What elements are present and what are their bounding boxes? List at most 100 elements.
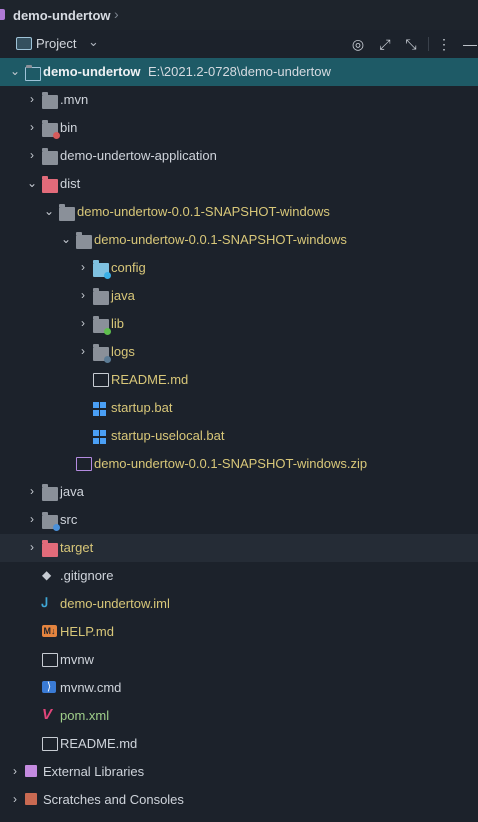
tree-row[interactable]: ⌄ demo-undertow-0.0.1-SNAPSHOT-windows <box>0 198 478 226</box>
tree-row[interactable]: Vpom.xml <box>0 702 478 730</box>
excluded-folder-icon <box>42 120 60 139</box>
tree-item-label: demo-undertow-0.0.1-SNAPSHOT-windows <box>77 204 330 219</box>
tree-item-label: java <box>60 484 84 499</box>
tree-row[interactable]: ⌄ demo-undertow-0.0.1-SNAPSHOT-windows <box>0 226 478 254</box>
red-folder-icon <box>42 176 58 193</box>
tree-item-label: demo-undertow-application <box>60 148 217 163</box>
tree-item-label: bin <box>60 120 78 135</box>
maven-icon: V <box>42 706 53 723</box>
tree-item-label: README.md <box>111 372 189 387</box>
libraries-icon <box>25 765 37 777</box>
tree-item-label: .gitignore <box>60 568 114 583</box>
tree-item-label: External Libraries <box>43 764 145 779</box>
tree-row[interactable]: › .mvn <box>0 86 478 114</box>
module-folder-icon <box>25 65 41 81</box>
tree-row[interactable]: ⌄ demo-undertow E:\2021.2-0728\demo-undert… <box>0 58 478 86</box>
tree-item-label: mvnw.cmd <box>60 680 122 695</box>
red-folder-icon <box>42 540 58 557</box>
project-view-icon <box>16 37 32 50</box>
tree-item-label: src <box>60 512 78 527</box>
module-path: E:\2021.2-0728\demo-undertow <box>148 64 331 79</box>
tree-row[interactable]: › src <box>0 506 478 534</box>
tree-item-label: mvnw <box>60 652 94 667</box>
tree-row[interactable]: ⟩ mvnw.cmd <box>0 674 478 702</box>
file-icon <box>42 653 58 667</box>
chevron-right-icon: › <box>114 6 119 22</box>
tree-item-label: pom.xml <box>60 708 110 723</box>
folder-icon <box>93 288 109 305</box>
locate-file-button[interactable]: ◎ <box>348 34 368 54</box>
chevron-right-icon[interactable]: › <box>26 120 38 134</box>
chevron-right-icon[interactable]: › <box>77 344 89 358</box>
options-button[interactable]: ⋮ <box>434 34 454 54</box>
chevron-right-icon[interactable]: › <box>26 484 38 498</box>
readme-file-icon <box>42 737 58 751</box>
cmd-icon: ⟩ <box>42 681 56 693</box>
tree-item-label: Scratches and Consoles <box>43 792 184 807</box>
folder-icon <box>42 148 58 165</box>
tree-item-label: startup.bat <box>111 400 173 415</box>
lib-folder-icon <box>93 316 111 335</box>
readme-file-icon <box>93 373 109 387</box>
config-folder-icon <box>93 260 111 279</box>
tree-item-label: README.md <box>60 736 138 751</box>
tree-item-label: startup-uselocal.bat <box>111 428 225 443</box>
windows-icon <box>93 430 109 444</box>
chevron-right-icon[interactable]: › <box>9 792 21 806</box>
logs-folder-icon <box>93 344 111 363</box>
chevron-right-icon[interactable]: › <box>26 92 38 106</box>
folder-icon <box>76 232 92 249</box>
chevron-down-icon[interactable]: ⌄ <box>9 64 21 78</box>
tree-row[interactable]: startup-uselocal.bat <box>0 422 478 450</box>
tree-item-label: config <box>111 260 146 275</box>
chevron-right-icon[interactable]: › <box>77 260 89 274</box>
chevron-right-icon[interactable]: › <box>77 316 89 330</box>
expand-all-button[interactable]: ⤢ <box>375 34 395 54</box>
collapse-all-button[interactable]: ⤡ <box>401 34 421 54</box>
chevron-down-icon[interactable]: ⌄ <box>26 176 38 190</box>
tree-row[interactable]: startup.bat <box>0 394 478 422</box>
chevron-right-icon[interactable]: › <box>26 148 38 162</box>
tree-row[interactable]: › demo-undertow-application <box>0 142 478 170</box>
chevron-right-icon[interactable]: › <box>26 512 38 526</box>
tree-row[interactable]: › config <box>0 254 478 282</box>
tree-row[interactable]: › Scratches and Consoles <box>0 786 478 814</box>
tree-row[interactable]: README.md <box>0 366 478 394</box>
tree-item-label: logs <box>111 344 135 359</box>
tree-row[interactable]: README.md <box>0 730 478 758</box>
title-bar: demo-undertow › <box>0 0 478 30</box>
tree-row[interactable]: ⌄ dist <box>0 170 478 198</box>
tree-item-label: demo-undertow-0.0.1-SNAPSHOT-windows.zip <box>94 456 368 471</box>
breadcrumb-project[interactable]: demo-undertow <box>13 8 111 23</box>
toolbar-divider <box>428 37 429 51</box>
tree-row[interactable]: › target <box>0 534 478 562</box>
tree-item-label: java <box>111 288 135 303</box>
tree-row[interactable]: mvnw <box>0 646 478 674</box>
chevron-right-icon[interactable]: › <box>77 288 89 302</box>
tree-row[interactable]: › logs <box>0 338 478 366</box>
iml-icon: Ꭻ <box>42 595 48 610</box>
tree-row[interactable]: Ꭻdemo-undertow.iml <box>0 590 478 618</box>
tree-row[interactable]: › bin <box>0 114 478 142</box>
markdown-icon: M↓ <box>42 625 57 637</box>
tree-item-label: target <box>60 540 94 555</box>
tree-item-label: .mvn <box>60 92 89 107</box>
folder-icon <box>42 92 58 109</box>
hide-panel-button[interactable]: — <box>460 34 478 54</box>
tree-row[interactable]: demo-undertow-0.0.1-SNAPSHOT-windows.zip <box>0 450 478 478</box>
chevron-right-icon[interactable]: › <box>9 764 21 778</box>
chevron-right-icon[interactable]: › <box>26 540 38 554</box>
scratches-icon <box>25 793 37 805</box>
tree-item-label: dist <box>60 176 81 191</box>
folder-icon <box>42 484 58 501</box>
tree-row[interactable]: › java <box>0 478 478 506</box>
tree-row[interactable]: › java <box>0 282 478 310</box>
tree-row[interactable]: M↓ HELP.md <box>0 618 478 646</box>
chevron-down-icon[interactable]: ⌄ <box>60 232 72 246</box>
chevron-down-icon[interactable]: ⌄ <box>88 34 99 50</box>
chevron-down-icon[interactable]: ⌄ <box>43 204 55 218</box>
project-view-selector[interactable]: Project <box>36 36 76 51</box>
tree-row[interactable]: › External Libraries <box>0 758 478 786</box>
tree-row[interactable]: ◆ .gitignore <box>0 562 478 590</box>
tree-row[interactable]: › lib <box>0 310 478 338</box>
